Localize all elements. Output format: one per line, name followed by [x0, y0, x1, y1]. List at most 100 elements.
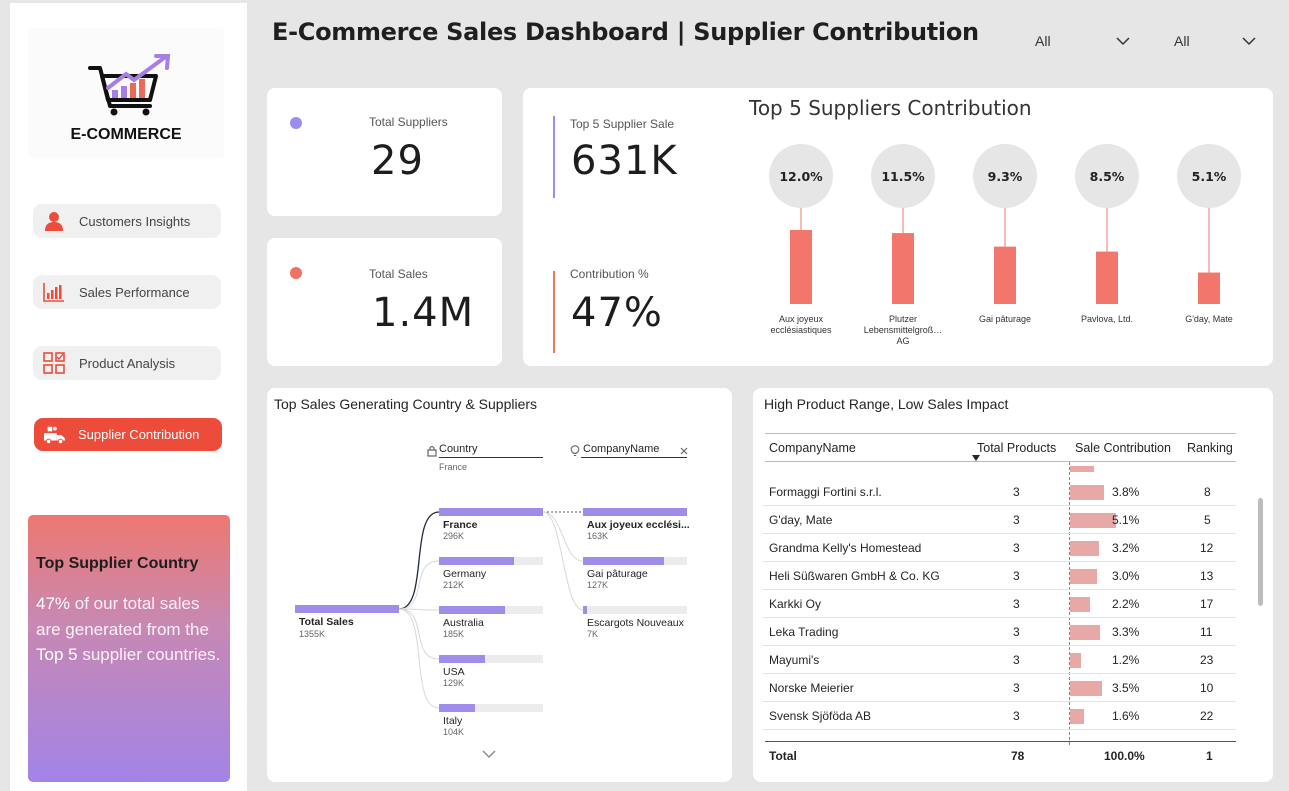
- company-value: 163K: [587, 531, 609, 541]
- cell-contribution: 1.6%: [1112, 709, 1140, 723]
- cell-company: Svensk Sjöföda AB: [769, 709, 872, 723]
- cell-ranking: 22: [1200, 709, 1214, 723]
- bar-group[interactable]: 8.5% Pavlova, Ltd.: [1075, 144, 1139, 324]
- root-node-bar[interactable]: [295, 605, 399, 613]
- kpi-label: Total Suppliers: [369, 115, 448, 129]
- table-row[interactable]: Formaggi Fortini s.r.l. 3 3.8% 8: [763, 478, 1236, 506]
- cell-contribution: 2.2%: [1112, 597, 1140, 611]
- divider: [765, 461, 1236, 462]
- country-value: 129K: [443, 678, 465, 688]
- company-node-bar[interactable]: [583, 606, 687, 614]
- cell-contribution: 3.0%: [1112, 569, 1140, 583]
- slicer-1[interactable]: All: [1035, 28, 1130, 54]
- contribution-bar: [1070, 597, 1090, 612]
- bar-group[interactable]: 9.3% Gai pâturage: [973, 144, 1037, 324]
- contribution-bar: [1070, 625, 1100, 640]
- bar: [1198, 272, 1220, 304]
- table-row[interactable]: Norske Meierier 3 3.5% 10: [763, 674, 1236, 702]
- top5-chart: 12.0% Aux joyeuxecclésiastiques 11.5% Plutz…: [769, 144, 1241, 346]
- table-row[interactable]: Svensk Sjöföda AB 3 1.6% 22: [763, 702, 1236, 730]
- country-value: 185K: [443, 629, 465, 639]
- cart-logo-icon: [88, 54, 171, 116]
- column-header[interactable]: CompanyName: [769, 441, 856, 455]
- company-node-bar[interactable]: [583, 508, 687, 516]
- country-label: Italy: [443, 715, 463, 727]
- root-label: Total Sales: [299, 616, 354, 628]
- insight-highlight: Top 5: [36, 645, 78, 664]
- company-node-bar[interactable]: [583, 557, 687, 565]
- decomp-links: [398, 511, 584, 709]
- country-node-bar[interactable]: [439, 508, 543, 516]
- table-row[interactable]: Heli Süßwaren GmbH & Co. KG 3 3.0% 13: [763, 562, 1236, 590]
- country-node-bar[interactable]: [439, 557, 543, 565]
- cell-contribution: 3.3%: [1112, 625, 1140, 639]
- chevron-down-icon[interactable]: [482, 750, 496, 759]
- cell-company: G'day, Mate: [769, 513, 833, 527]
- cell-contribution: 1.2%: [1112, 653, 1140, 667]
- table-card: High Product Range, Low Sales Impact Com…: [753, 388, 1273, 782]
- bar-group[interactable]: 11.5% PlutzerLebensmittelgroß…AG: [864, 144, 943, 346]
- contribution-bar: [1070, 485, 1105, 500]
- kpi-value: 631K: [571, 138, 678, 184]
- slicer-value: All: [1174, 33, 1190, 49]
- cell-company: Karkki Oy: [769, 597, 822, 611]
- company-label: Escargots Nouveaux: [587, 617, 684, 629]
- nav-customers-insights[interactable]: Customers Insights: [33, 204, 221, 238]
- nav-supplier-contribution[interactable]: Supplier Contribution: [34, 418, 222, 451]
- nav-label: Sales Performance: [79, 284, 190, 300]
- slicer-2[interactable]: All: [1174, 28, 1256, 54]
- column-header[interactable]: Total Products: [977, 441, 1056, 455]
- cell-ranking: 13: [1200, 569, 1214, 583]
- country-label: Germany: [443, 568, 487, 580]
- data-label: 12.0%: [779, 169, 823, 184]
- bar-group[interactable]: 12.0% Aux joyeuxecclésiastiques: [769, 144, 833, 335]
- chevron-down-icon: [1242, 36, 1256, 45]
- tree-link: [542, 511, 584, 562]
- total-ranking: 1: [1206, 749, 1213, 763]
- country-value: 212K: [443, 580, 465, 590]
- table-row[interactable]: Leka Trading 3 3.3% 11: [763, 618, 1236, 646]
- kpi-label: Top 5 Supplier Sale: [570, 117, 675, 131]
- insight-card: Top Supplier Country 47% of our total sa…: [28, 515, 230, 782]
- scrollbar[interactable]: [1258, 498, 1263, 606]
- category-label: Lebensmittelgroß…: [864, 325, 943, 335]
- table-row[interactable]: Karkki Oy 3 2.2% 17: [763, 590, 1236, 618]
- country-label: Australia: [443, 617, 484, 629]
- category-label: Aux joyeux: [779, 314, 824, 324]
- kpi-divider: [553, 271, 555, 353]
- kpi-label: Total Sales: [369, 267, 428, 281]
- page-title: E-Commerce Sales Dashboard | Supplier Co…: [272, 18, 979, 46]
- cell-company: Grandma Kelly's Homestead: [769, 541, 922, 555]
- nav-product-analysis[interactable]: Product Analysis: [33, 346, 221, 380]
- cell-products: 3: [1013, 485, 1020, 499]
- ecommerce-logo: E-COMMERCE: [28, 28, 224, 158]
- category-label: Gai pâturage: [979, 314, 1031, 324]
- person-icon: [43, 210, 65, 232]
- country-node-bar[interactable]: [439, 704, 543, 712]
- card-title: High Product Range, Low Sales Impact: [764, 396, 1009, 412]
- kpi-value: 47%: [571, 290, 663, 336]
- table-row[interactable]: G'day, Mate 3 5.1% 5: [763, 506, 1236, 534]
- logo-text: E-COMMERCE: [70, 126, 182, 143]
- country-node-bar[interactable]: [439, 606, 543, 614]
- bar-group[interactable]: 5.1% G'day, Mate: [1177, 144, 1241, 324]
- table-row[interactable]: Mayumi's 3 1.2% 23: [763, 646, 1236, 674]
- insight-title: Top Supplier Country: [36, 555, 199, 572]
- nav-label: Supplier Contribution: [78, 427, 200, 442]
- column-header[interactable]: Ranking: [1187, 441, 1233, 455]
- bar: [994, 246, 1016, 304]
- chart-title: Top 5 Suppliers Contribution: [749, 96, 1032, 120]
- total-contribution: 100.0%: [1104, 749, 1145, 763]
- country-label: France: [443, 519, 478, 531]
- country-node-bar[interactable]: [439, 655, 543, 663]
- nav-sales-performance[interactable]: Sales Performance: [33, 275, 221, 309]
- cell-company: Formaggi Fortini s.r.l.: [769, 485, 882, 499]
- kpi-dot: [290, 267, 302, 279]
- cell-products: 3: [1013, 625, 1020, 639]
- cell-ranking: 5: [1204, 513, 1211, 527]
- column-header[interactable]: Sale Contribution: [1075, 441, 1171, 455]
- table-row[interactable]: Grandma Kelly's Homestead 3 3.2% 12: [763, 534, 1236, 562]
- cell-contribution: 3.8%: [1112, 485, 1140, 499]
- category-label: Plutzer: [889, 314, 917, 324]
- divider: [765, 433, 1236, 434]
